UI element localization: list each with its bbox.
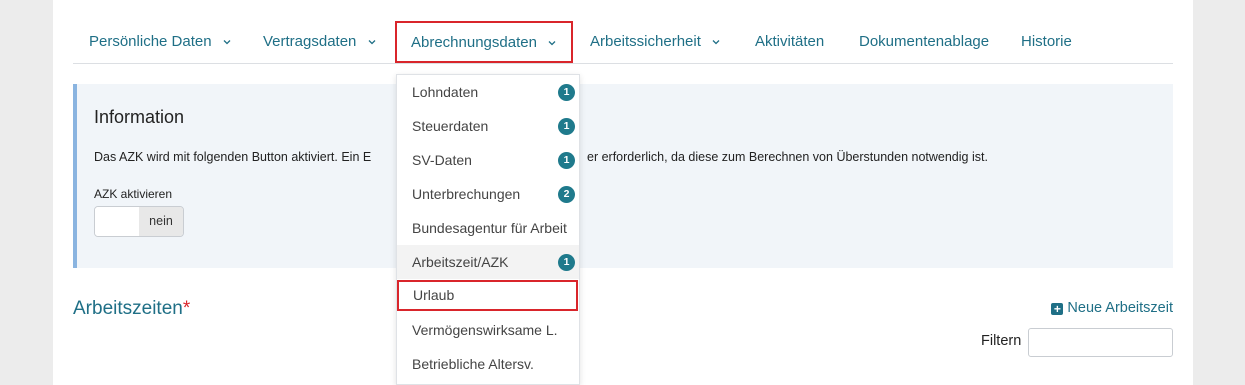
menu-item-label: Unterbrechungen bbox=[412, 186, 521, 202]
menu-item-steuerdaten[interactable]: Steuerdaten 1 bbox=[397, 109, 579, 143]
menu-item-label: Urlaub bbox=[413, 287, 455, 303]
section-title-text: Arbeitszeiten bbox=[73, 298, 183, 319]
tab-aktivitaeten[interactable]: Aktivitäten bbox=[755, 20, 824, 60]
azk-label: AZK aktivieren bbox=[94, 187, 173, 201]
tab-dokumentenablage[interactable]: Dokumentenablage bbox=[859, 20, 989, 60]
plus-square-icon: + bbox=[1051, 303, 1064, 315]
tab-persoenliche-daten[interactable]: Persönliche Daten bbox=[89, 20, 232, 60]
count-badge: 1 bbox=[558, 152, 575, 169]
azk-toggle[interactable]: nein bbox=[94, 206, 184, 237]
tab-arbeitssicherheit[interactable]: Arbeitssicherheit bbox=[590, 20, 721, 60]
menu-item-sv-daten[interactable]: SV-Daten 1 bbox=[397, 143, 579, 177]
new-button-label: Neue Arbeitszeit bbox=[1067, 300, 1173, 316]
count-badge: 1 bbox=[558, 84, 575, 101]
menu-item-arbeitszeit-azk[interactable]: Arbeitszeit/AZK 1 bbox=[397, 245, 579, 279]
tab-label: Vertragsdaten bbox=[263, 33, 357, 50]
tab-label: Aktivitäten bbox=[755, 33, 825, 50]
menu-item-label: SV-Daten bbox=[412, 152, 472, 168]
menu-item-label: Arbeitszeit/AZK bbox=[412, 254, 509, 270]
menu-item-label: Bundesagentur für Arbeit bbox=[412, 220, 567, 236]
main-page: Persönliche Daten Vertragsdaten Abrechnu… bbox=[53, 0, 1193, 385]
info-text-end: er erforderlich, da diese zum Berechnen … bbox=[587, 150, 988, 164]
toggle-value: nein bbox=[139, 207, 183, 236]
menu-item-urlaub[interactable]: Urlaub bbox=[397, 280, 578, 311]
chevron-down-icon bbox=[223, 40, 231, 45]
tab-label: Arbeitssicherheit bbox=[590, 33, 701, 50]
tab-label: Persönliche Daten bbox=[89, 33, 212, 50]
count-badge: 1 bbox=[558, 254, 575, 271]
information-panel: Information Das AZK wird mit folgenden B… bbox=[73, 84, 1173, 268]
info-title: Information bbox=[94, 107, 185, 127]
tab-vertragsdaten[interactable]: Vertragsdaten bbox=[263, 20, 377, 60]
section-title: Arbeitszeiten* bbox=[73, 298, 190, 320]
new-arbeitszeit-button[interactable]: + Neue Arbeitszeit bbox=[1051, 300, 1173, 316]
menu-item-bundesagentur[interactable]: Bundesagentur für Arbeit bbox=[397, 211, 579, 245]
required-mark: * bbox=[182, 298, 191, 319]
tab-label: Historie bbox=[1021, 33, 1072, 50]
tab-label: Abrechnungsdaten bbox=[411, 34, 537, 51]
tab-bar: Persönliche Daten Vertragsdaten Abrechnu… bbox=[73, 20, 1173, 64]
tab-historie[interactable]: Historie bbox=[1021, 20, 1072, 60]
chevron-down-icon bbox=[368, 40, 376, 45]
filter-label: Filtern bbox=[981, 333, 1022, 349]
abrechnungsdaten-dropdown-menu: Lohndaten 1 Steuerdaten 1 SV-Daten 1 Unt… bbox=[396, 74, 580, 385]
menu-item-unterbrechungen[interactable]: Unterbrechungen 2 bbox=[397, 177, 579, 211]
chevron-down-icon bbox=[548, 41, 556, 46]
tab-abrechnungsdaten[interactable]: Abrechnungsdaten bbox=[395, 21, 574, 63]
filter-input[interactable] bbox=[1028, 328, 1173, 357]
menu-item-betriebliche-altersv[interactable]: Betriebliche Altersv. bbox=[397, 347, 579, 381]
tab-label: Dokumentenablage bbox=[859, 33, 990, 50]
menu-item-label: Betriebliche Altersv. bbox=[412, 356, 534, 372]
toggle-knob bbox=[95, 207, 141, 236]
menu-item-vermoegenswirksame[interactable]: Vermögenswirksame L. bbox=[397, 313, 579, 347]
info-text-start: Das AZK wird mit folgenden Button aktivi… bbox=[94, 150, 372, 164]
menu-item-label: Lohndaten bbox=[412, 84, 479, 100]
menu-item-label: Vermögenswirksame L. bbox=[412, 322, 558, 338]
chevron-down-icon bbox=[712, 40, 720, 45]
count-badge: 1 bbox=[558, 118, 575, 135]
count-badge: 2 bbox=[558, 186, 575, 203]
menu-item-label: Steuerdaten bbox=[412, 118, 489, 134]
menu-item-lohndaten[interactable]: Lohndaten 1 bbox=[397, 75, 579, 109]
